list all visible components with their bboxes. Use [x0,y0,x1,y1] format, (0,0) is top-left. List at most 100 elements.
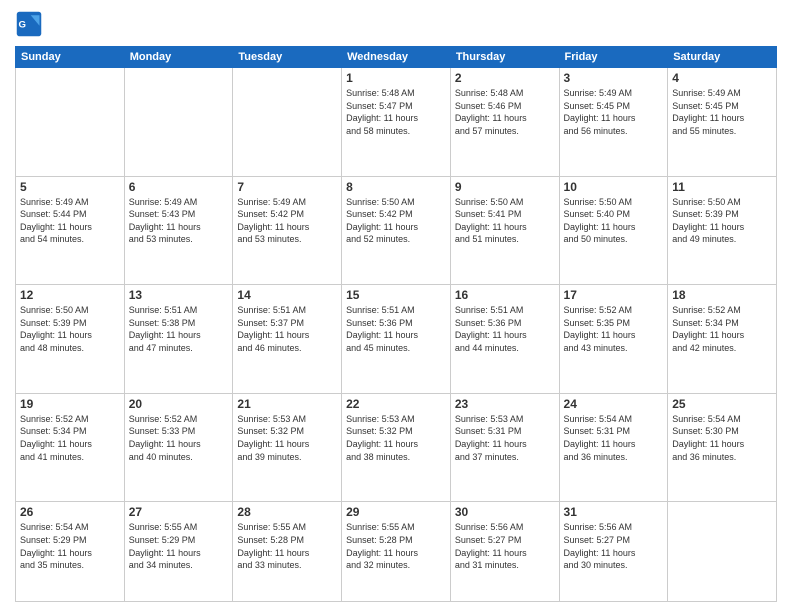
calendar-cell: 11Sunrise: 5:50 AM Sunset: 5:39 PM Dayli… [668,176,777,285]
calendar-cell: 15 Sunrise: 5:51 AM Sunset: 5:36 PM Dayli… [342,285,451,394]
day-number: 22 [346,397,446,411]
day-info: Sunrise: 5:54 AM Sunset: 5:29 PM Dayligh… [20,521,120,571]
day-info: Sunrise: 5:56 AM Sunset: 5:27 PM Dayligh… [564,521,664,571]
calendar-cell: 27 Sunrise: 5:55 AM Sunset: 5:29 PM Dayli… [124,502,233,602]
day-number: 26 [20,505,120,519]
day-info: Sunrise: 5:48 AM Sunset: 5:47 PM Dayligh… [346,87,446,137]
weekday-header-thursday: Thursday [450,47,559,68]
day-number: 31 [564,505,664,519]
day-info: Sunrise: 5:54 AM Sunset: 5:30 PM Dayligh… [672,413,772,463]
day-number: 30 [455,505,555,519]
logo: G [15,10,47,38]
weekday-header-row: SundayMondayTuesdayWednesdayThursdayFrid… [16,47,777,68]
day-info: Sunrise: 5:55 AM Sunset: 5:28 PM Dayligh… [237,521,337,571]
weekday-header-friday: Friday [559,47,668,68]
day-info: Sunrise: 5:55 AM Sunset: 5:29 PM Dayligh… [129,521,229,571]
day-info: Sunrise: 5:55 AM Sunset: 5:28 PM Dayligh… [346,521,446,571]
day-number: 1 [346,71,446,85]
calendar-cell: 21Sunrise: 5:53 AM Sunset: 5:32 PM Dayli… [233,393,342,502]
day-number: 3 [564,71,664,85]
calendar-cell: 16Sunrise: 5:51 AM Sunset: 5:36 PM Dayli… [450,285,559,394]
calendar-cell: 4 Sunrise: 5:49 AM Sunset: 5:45 PM Daylig… [668,68,777,177]
day-number: 4 [672,71,772,85]
calendar-cell: 19 Sunrise: 5:52 AM Sunset: 5:34 PM Dayli… [16,393,125,502]
calendar-cell: 22 Sunrise: 5:53 AM Sunset: 5:32 PM Dayli… [342,393,451,502]
page: G SundayMondayTuesdayWednesdayThursdayFr… [0,0,792,612]
day-number: 27 [129,505,229,519]
day-number: 11 [672,180,772,194]
day-info: Sunrise: 5:53 AM Sunset: 5:32 PM Dayligh… [237,413,337,463]
calendar-cell: 29 Sunrise: 5:55 AM Sunset: 5:28 PM Dayli… [342,502,451,602]
weekday-header-sunday: Sunday [16,47,125,68]
day-number: 28 [237,505,337,519]
day-number: 5 [20,180,120,194]
calendar-cell: 18Sunrise: 5:52 AM Sunset: 5:34 PM Dayli… [668,285,777,394]
day-number: 6 [129,180,229,194]
calendar-cell: 2 Sunrise: 5:48 AM Sunset: 5:46 PM Daylig… [450,68,559,177]
day-info: Sunrise: 5:49 AM Sunset: 5:44 PM Dayligh… [20,196,120,246]
calendar-cell: 13 Sunrise: 5:51 AM Sunset: 5:38 PM Dayli… [124,285,233,394]
day-info: Sunrise: 5:51 AM Sunset: 5:36 PM Dayligh… [346,304,446,354]
day-info: Sunrise: 5:52 AM Sunset: 5:35 PM Dayligh… [564,304,664,354]
day-number: 7 [237,180,337,194]
calendar-week-row: 1 Sunrise: 5:48 AM Sunset: 5:47 PM Daylig… [16,68,777,177]
day-info: Sunrise: 5:49 AM Sunset: 5:45 PM Dayligh… [672,87,772,137]
svg-text:G: G [19,20,26,31]
calendar-cell: 17 Sunrise: 5:52 AM Sunset: 5:35 PM Dayli… [559,285,668,394]
calendar-cell: 12 Sunrise: 5:50 AM Sunset: 5:39 PM Dayli… [16,285,125,394]
calendar-cell: 1 Sunrise: 5:48 AM Sunset: 5:47 PM Daylig… [342,68,451,177]
calendar-cell [124,68,233,177]
day-number: 17 [564,288,664,302]
calendar-cell: 20Sunrise: 5:52 AM Sunset: 5:33 PM Dayli… [124,393,233,502]
day-number: 10 [564,180,664,194]
calendar-cell: 28 Sunrise: 5:55 AM Sunset: 5:28 PM Dayli… [233,502,342,602]
calendar-cell: 31 Sunrise: 5:56 AM Sunset: 5:27 PM Dayli… [559,502,668,602]
calendar-week-row: 26 Sunrise: 5:54 AM Sunset: 5:29 PM Dayli… [16,502,777,602]
day-number: 20 [129,397,229,411]
day-number: 8 [346,180,446,194]
logo-icon: G [15,10,43,38]
day-number: 14 [237,288,337,302]
weekday-header-wednesday: Wednesday [342,47,451,68]
day-info: Sunrise: 5:50 AM Sunset: 5:42 PM Dayligh… [346,196,446,246]
day-info: Sunrise: 5:51 AM Sunset: 5:37 PM Dayligh… [237,304,337,354]
calendar-cell: 14 Sunrise: 5:51 AM Sunset: 5:37 PM Dayli… [233,285,342,394]
day-number: 2 [455,71,555,85]
calendar-cell: 30Sunrise: 5:56 AM Sunset: 5:27 PM Dayli… [450,502,559,602]
calendar-cell: 9Sunrise: 5:50 AM Sunset: 5:41 PM Daylig… [450,176,559,285]
weekday-header-tuesday: Tuesday [233,47,342,68]
calendar-cell [16,68,125,177]
day-number: 29 [346,505,446,519]
day-info: Sunrise: 5:53 AM Sunset: 5:32 PM Dayligh… [346,413,446,463]
calendar-cell: 10 Sunrise: 5:50 AM Sunset: 5:40 PM Dayli… [559,176,668,285]
day-info: Sunrise: 5:52 AM Sunset: 5:34 PM Dayligh… [672,304,772,354]
day-info: Sunrise: 5:50 AM Sunset: 5:41 PM Dayligh… [455,196,555,246]
day-info: Sunrise: 5:49 AM Sunset: 5:45 PM Dayligh… [564,87,664,137]
day-info: Sunrise: 5:54 AM Sunset: 5:31 PM Dayligh… [564,413,664,463]
calendar-cell [668,502,777,602]
calendar-week-row: 19 Sunrise: 5:52 AM Sunset: 5:34 PM Dayli… [16,393,777,502]
calendar-week-row: 5 Sunrise: 5:49 AM Sunset: 5:44 PM Daylig… [16,176,777,285]
day-number: 25 [672,397,772,411]
day-number: 12 [20,288,120,302]
calendar-cell [233,68,342,177]
calendar-cell: 3 Sunrise: 5:49 AM Sunset: 5:45 PM Daylig… [559,68,668,177]
day-info: Sunrise: 5:50 AM Sunset: 5:40 PM Dayligh… [564,196,664,246]
day-number: 13 [129,288,229,302]
day-number: 16 [455,288,555,302]
calendar-cell: 8 Sunrise: 5:50 AM Sunset: 5:42 PM Daylig… [342,176,451,285]
day-info: Sunrise: 5:52 AM Sunset: 5:34 PM Dayligh… [20,413,120,463]
header: G [15,10,777,38]
day-info: Sunrise: 5:49 AM Sunset: 5:43 PM Dayligh… [129,196,229,246]
calendar-cell: 23Sunrise: 5:53 AM Sunset: 5:31 PM Dayli… [450,393,559,502]
calendar-cell: 26 Sunrise: 5:54 AM Sunset: 5:29 PM Dayli… [16,502,125,602]
day-number: 19 [20,397,120,411]
calendar-cell: 6 Sunrise: 5:49 AM Sunset: 5:43 PM Daylig… [124,176,233,285]
calendar-cell: 7 Sunrise: 5:49 AM Sunset: 5:42 PM Daylig… [233,176,342,285]
day-number: 15 [346,288,446,302]
day-info: Sunrise: 5:50 AM Sunset: 5:39 PM Dayligh… [20,304,120,354]
day-info: Sunrise: 5:48 AM Sunset: 5:46 PM Dayligh… [455,87,555,137]
day-info: Sunrise: 5:51 AM Sunset: 5:38 PM Dayligh… [129,304,229,354]
day-info: Sunrise: 5:49 AM Sunset: 5:42 PM Dayligh… [237,196,337,246]
day-number: 24 [564,397,664,411]
